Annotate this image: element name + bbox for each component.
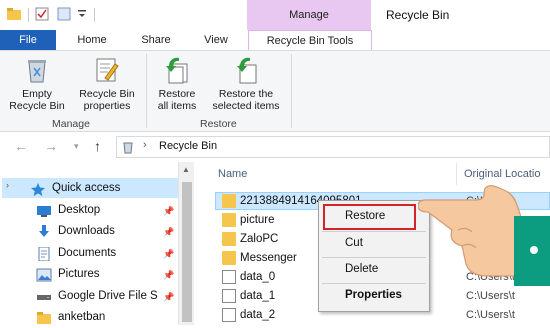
download-icon — [36, 225, 52, 239]
scroll-thumb[interactable] — [182, 182, 192, 322]
menu-divider — [322, 257, 426, 258]
forward-arrow-icon[interactable]: → — [44, 138, 58, 154]
file-icon — [222, 289, 236, 303]
pin-icon[interactable]: 📌 — [163, 270, 174, 281]
nav-item-desktop[interactable]: Desktop — [36, 202, 176, 220]
tab-file[interactable]: File — [0, 30, 56, 50]
recycle-bin-properties-label: Recycle Bin properties — [79, 88, 135, 112]
tab-home[interactable]: Home — [70, 30, 114, 50]
back-arrow-icon[interactable]: ← — [14, 138, 28, 154]
group-label-restore: Restore — [200, 118, 237, 130]
drive-icon — [36, 290, 52, 304]
nav-item-label: Google Drive File S — [58, 290, 158, 302]
nav-item-quick-access[interactable]: Quick access — [30, 180, 170, 198]
nav-item-label: Documents — [58, 247, 117, 259]
window-title: Recycle Bin — [386, 8, 450, 22]
tab-share[interactable]: Share — [134, 30, 178, 50]
tab-recycle-bin-tools[interactable]: Recycle Bin Tools — [248, 30, 372, 50]
original-location-cell: C:\Users\t — [466, 309, 515, 321]
nav-item-label: Desktop — [58, 204, 101, 216]
file-name: Messenger — [240, 252, 297, 264]
file-name: data_1 — [240, 290, 276, 302]
app-folder-icon — [6, 6, 22, 22]
menu-item-delete[interactable]: Delete — [345, 263, 378, 275]
star-icon — [30, 182, 46, 196]
restore-all-icon — [161, 54, 193, 86]
scroll-up-icon[interactable]: ▲ — [182, 165, 190, 174]
column-header-original-location[interactable]: Original Locatio — [464, 168, 540, 180]
menu-divider — [322, 283, 426, 284]
folder-icon — [222, 213, 236, 227]
folder-icon — [222, 251, 236, 265]
pin-icon[interactable]: 📌 — [163, 206, 174, 217]
nav-item-label: Quick access — [52, 182, 121, 194]
qat-customize-icon[interactable] — [76, 8, 92, 24]
nav-item-anketban[interactable]: anketban — [36, 309, 176, 327]
nav-item-pictures[interactable]: Pictures — [36, 266, 176, 284]
nav-item-downloads[interactable]: Downloads — [36, 223, 176, 241]
restore-selected-items-label: Restore the selected items — [212, 88, 280, 112]
original-location-cell: C:\Users\t — [466, 290, 515, 302]
manage-context-header: Manage — [247, 0, 371, 30]
empty-recycle-bin-button[interactable]: Empty Recycle Bin — [6, 54, 68, 112]
menu-item-cut[interactable]: Cut — [345, 237, 363, 249]
nav-item-documents[interactable]: Documents — [36, 245, 176, 263]
folder-icon — [222, 194, 236, 208]
qat-divider — [94, 8, 95, 22]
ribbon-group-divider — [146, 54, 147, 128]
column-header-name[interactable]: Name — [218, 168, 247, 180]
new-folder-quick-icon[interactable] — [56, 6, 72, 22]
empty-recycle-bin-icon — [21, 54, 53, 86]
file-name: picture — [240, 214, 275, 226]
ribbon-group-divider — [291, 54, 292, 128]
file-name: ZaloPC — [240, 233, 279, 245]
file-name: data_2 — [240, 309, 276, 321]
restore-highlight-box — [323, 204, 416, 230]
restore-all-items-label: Restore all items — [157, 88, 197, 112]
nav-item-label: Downloads — [58, 225, 115, 237]
properties-icon — [91, 54, 123, 86]
pictures-icon — [36, 268, 52, 282]
restore-selected-items-button[interactable]: Restore the selected items — [205, 54, 287, 112]
nav-item-google-drive[interactable]: Google Drive File S — [36, 288, 176, 306]
properties-quick-icon[interactable] — [34, 6, 50, 22]
folder-icon — [36, 311, 52, 325]
menu-item-properties[interactable]: Properties — [345, 289, 402, 301]
pin-icon[interactable]: 📌 — [163, 292, 174, 303]
restore-selected-icon — [230, 54, 262, 86]
file-name: data_0 — [240, 271, 276, 283]
documents-icon — [36, 246, 52, 262]
file-icon — [222, 308, 236, 322]
group-label-manage: Manage — [52, 118, 90, 130]
folder-icon — [222, 232, 236, 246]
empty-recycle-bin-label: Empty Recycle Bin — [9, 88, 65, 112]
nav-scrollbar[interactable]: ▲ — [178, 162, 194, 325]
nav-item-label: anketban — [58, 311, 106, 323]
nav-item-label: Pictures — [58, 268, 100, 280]
file-icon — [222, 270, 236, 284]
restore-all-items-button[interactable]: Restore all items — [150, 54, 204, 112]
recent-locations-icon[interactable]: ▾ — [74, 141, 79, 152]
qat-divider — [28, 8, 29, 22]
pointing-hand-icon — [417, 180, 550, 290]
desktop-icon — [36, 204, 52, 218]
breadcrumb-chevron-icon[interactable]: › — [143, 139, 147, 151]
breadcrumb-recycle-bin[interactable]: Recycle Bin — [159, 140, 217, 152]
up-arrow-icon[interactable]: ↑ — [94, 138, 101, 154]
recycle-bin-properties-button[interactable]: Recycle Bin properties — [74, 54, 140, 112]
manage-context-label: Manage — [289, 9, 329, 21]
menu-divider — [322, 231, 426, 232]
recycle-bin-small-icon — [121, 140, 135, 154]
expand-chevron-icon[interactable]: › — [6, 180, 9, 190]
pin-icon[interactable]: 📌 — [163, 249, 174, 260]
tab-view[interactable]: View — [194, 30, 238, 50]
pin-icon[interactable]: 📌 — [163, 227, 174, 238]
